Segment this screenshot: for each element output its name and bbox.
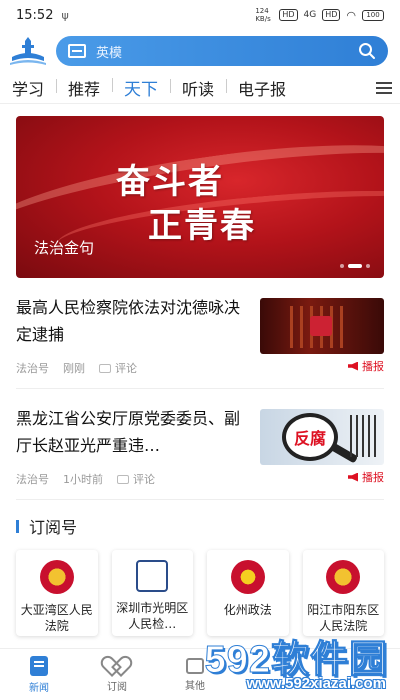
speaker-icon: [348, 472, 358, 482]
banner-art-line2: 正青春: [148, 206, 256, 246]
comment-label: 评论: [133, 473, 155, 486]
hd-badge-2: HD: [322, 9, 341, 21]
net-speed: 124 KB/s: [255, 7, 271, 23]
heart-icon: [107, 657, 127, 675]
news-item[interactable]: 黑龙江省公安厅原党委委员、副厅长赵亚光严重违… 法治号 1小时前 评论 反腐 播…: [16, 389, 384, 500]
channel-tabs: 学习 推荐 天下 听读 电子报: [0, 72, 400, 104]
thumb-text: 反腐: [293, 429, 326, 448]
bottom-nav: 新闻 订阅 其他: [0, 648, 400, 700]
subscription-card[interactable]: 大亚湾区人民法院: [16, 550, 98, 636]
hd-badge-1: HD: [279, 9, 298, 21]
tab-recommend[interactable]: 推荐: [56, 76, 112, 100]
app-header: 英模: [0, 30, 400, 72]
broadcast-label: 播报: [362, 360, 384, 373]
news-source: 法治号: [16, 362, 49, 375]
comment-label: 评论: [115, 362, 137, 375]
subscription-name: 阳江市阳东区人民法院: [307, 603, 380, 633]
news-thumbnail[interactable]: 反腐: [260, 409, 384, 465]
banner-carousel[interactable]: 奋斗者 正青春 法治金句: [16, 116, 384, 278]
comment-button[interactable]: 评论: [117, 471, 155, 487]
comment-icon: [117, 474, 129, 484]
status-time: 15:52: [16, 7, 54, 23]
nav-news[interactable]: 新闻: [0, 649, 78, 700]
news-title[interactable]: 最高人民检察院依法对沈德咏决定逮捕: [16, 294, 246, 348]
subscription-name: 大亚湾区人民法院: [20, 603, 93, 633]
tab-epaper[interactable]: 电子报: [226, 76, 298, 100]
broadcast-label: 播报: [362, 471, 384, 484]
news-icon: [30, 655, 48, 676]
broadcast-button[interactable]: 播报: [348, 358, 384, 374]
broadcast-button[interactable]: 播报: [348, 469, 384, 485]
court-emblem-icon: [326, 560, 361, 594]
subscriptions-header: 订阅号: [16, 514, 384, 538]
subscription-card[interactable]: 深圳市光明区人民检…: [111, 550, 193, 636]
subscription-name: 深圳市光明区人民检…: [116, 601, 189, 631]
comment-button[interactable]: 评论: [99, 360, 137, 376]
magnifier-image: 反腐: [282, 413, 338, 461]
status-bar: 15:52 ψ 124 KB/s HD 4G HD ◠ 100: [0, 0, 400, 30]
court-emblem-icon: [39, 560, 74, 594]
nav-subscribe[interactable]: 订阅: [78, 649, 156, 700]
nav-label: 订阅: [107, 681, 127, 693]
tab-study[interactable]: 学习: [8, 76, 56, 100]
usb-icon: ψ: [61, 8, 69, 22]
nav-label: 其他: [185, 680, 205, 692]
news-item[interactable]: 最高人民检察院依法对沈德咏决定逮捕 法治号 刚刚 评论 播报: [16, 278, 384, 389]
party-emblem-icon: [230, 560, 265, 594]
subscription-name: 化州政法: [223, 603, 272, 617]
speaker-icon: [348, 361, 358, 371]
subscriptions-title: 订阅号: [29, 518, 78, 537]
menu-icon[interactable]: [376, 81, 392, 94]
search-bar[interactable]: 英模: [56, 36, 388, 66]
search-placeholder[interactable]: 英模: [96, 42, 348, 61]
emblem-icon: [310, 316, 332, 336]
search-icon[interactable]: [358, 42, 376, 60]
tab-listen[interactable]: 听读: [170, 76, 226, 100]
nav-other[interactable]: 其他: [156, 649, 234, 700]
subscriptions-list: 大亚湾区人民法院 深圳市光明区人民检… 化州政法 阳江市阳东区人民法院: [0, 538, 400, 636]
news-thumbnail[interactable]: [260, 298, 384, 354]
news-title[interactable]: 黑龙江省公安厅原党委委员、副厅长赵亚光严重违…: [16, 405, 246, 459]
procuratorate-logo-icon: [136, 560, 169, 592]
battery-icon: 100: [362, 9, 384, 21]
scan-icon[interactable]: [68, 44, 86, 58]
subscription-card[interactable]: 化州政法: [207, 550, 289, 636]
news-source: 法治号: [16, 473, 49, 486]
tab-world[interactable]: 天下: [112, 75, 170, 100]
wifi-icon: ◠: [346, 8, 356, 22]
app-logo[interactable]: [8, 35, 48, 67]
box-icon: [186, 657, 204, 674]
nav-label: 新闻: [29, 682, 49, 694]
carousel-indicator: [340, 264, 370, 268]
comment-icon: [99, 363, 111, 373]
subscription-card[interactable]: 阳江市阳东区人民法院: [302, 550, 384, 636]
signal-label: 4G: [303, 10, 317, 20]
banner-caption: 法治金句: [34, 239, 95, 257]
banner-art-line1: 奋斗者: [116, 162, 224, 202]
news-time: 1小时前: [63, 473, 103, 486]
news-time: 刚刚: [63, 362, 85, 375]
